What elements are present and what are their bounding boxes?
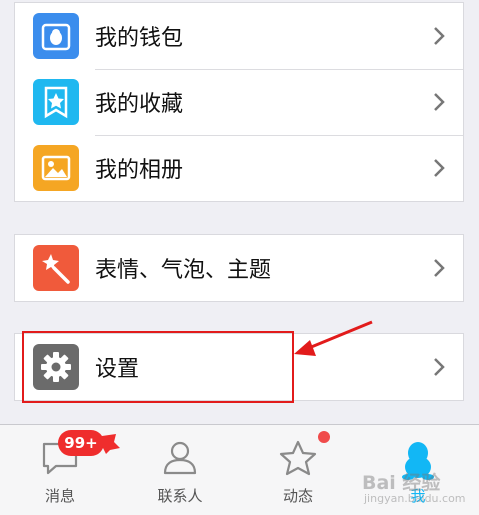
menu-group-personal: 我的钱包 我的收藏 我的相册 [14, 2, 464, 202]
watermark: Bai 经验 [362, 472, 441, 494]
menu-item-label: 我的相册 [95, 158, 184, 183]
menu-group-personalize: 表情、气泡、主题 [14, 234, 464, 302]
menu-item-themes[interactable]: 表情、气泡、主题 [15, 235, 463, 301]
message-count-badge: 99+ [58, 430, 104, 456]
annotation-arrow-icon [294, 320, 373, 356]
tab-contacts[interactable]: 联系人 [120, 425, 240, 515]
badge-bubble-tail-icon [102, 434, 120, 454]
photo-album-icon [33, 145, 79, 191]
menu-item-label: 表情、气泡、主题 [95, 258, 272, 283]
chevron-right-icon [434, 259, 445, 277]
chevron-right-icon [434, 358, 445, 376]
tab-moments[interactable]: 动态 [238, 425, 358, 515]
wallet-penguin-icon [33, 13, 79, 59]
tab-label: 动态 [282, 487, 313, 505]
chevron-right-icon [434, 27, 445, 45]
menu-item-album[interactable]: 我的相册 [15, 135, 463, 201]
chevron-right-icon [434, 159, 445, 177]
tab-label: 联系人 [157, 487, 203, 505]
star-bookmark-icon [33, 79, 79, 125]
contacts-person-icon [163, 441, 197, 475]
highlight-box [22, 331, 294, 403]
tab-label: 消息 [44, 487, 75, 505]
menu-item-label: 我的收藏 [95, 92, 184, 117]
menu-item-wallet[interactable]: 我的钱包 [15, 3, 463, 69]
watermark-sub: jingyan.baidu.com [364, 492, 466, 505]
magic-wand-icon [33, 245, 79, 291]
chevron-right-icon [434, 93, 445, 111]
menu-item-label: 我的钱包 [95, 26, 184, 51]
moments-new-dot [318, 431, 330, 443]
menu-item-favorites[interactable]: 我的收藏 [15, 69, 463, 135]
star-outline-icon [279, 440, 317, 476]
